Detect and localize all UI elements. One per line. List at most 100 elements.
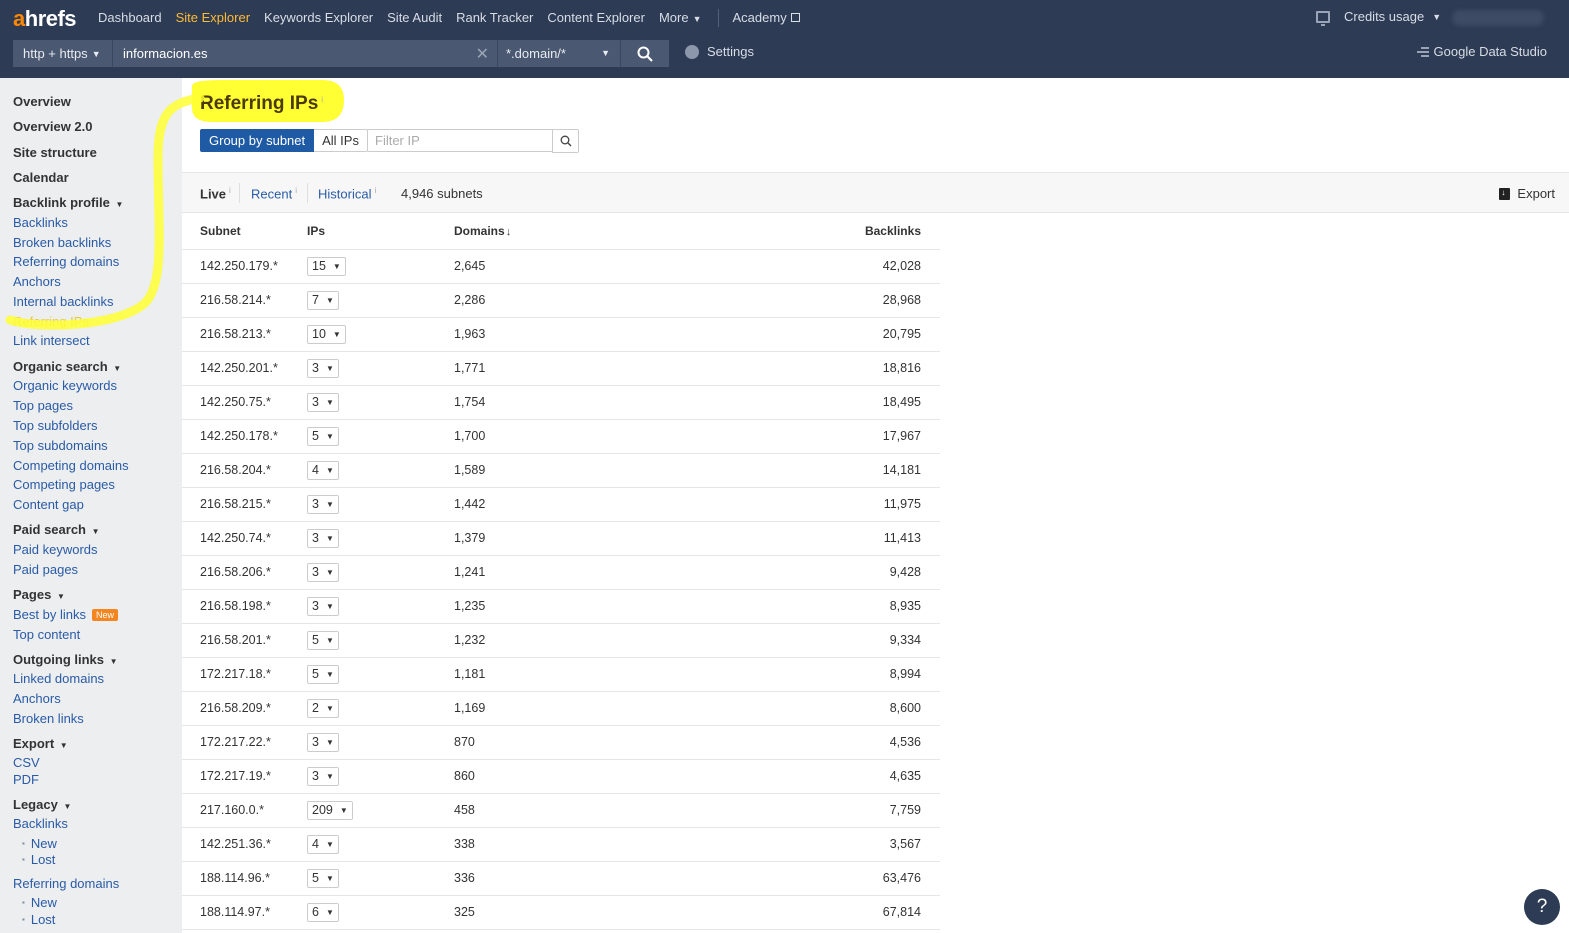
nav-dashboard[interactable]: Dashboard: [98, 10, 162, 25]
nav-more[interactable]: More ▼: [659, 10, 702, 25]
info-icon[interactable]: i: [321, 95, 323, 104]
subnet-cell: 172.217.18.*: [182, 657, 307, 692]
sidebar-item-overview-2[interactable]: Overview 2.0: [13, 119, 93, 134]
sidebar-item-content-gap[interactable]: Content gap: [13, 497, 84, 512]
sidebar-item-linked-domains[interactable]: Linked domains: [13, 671, 104, 686]
ips-dropdown[interactable]: 3 ▼: [307, 494, 339, 514]
sidebar-item-referring-domains[interactable]: Referring domains: [13, 254, 119, 269]
sidebar-item-broken-links[interactable]: Broken links: [13, 711, 84, 726]
sidebar-section-legacy[interactable]: Legacy ▼: [13, 797, 71, 812]
nav-content-explorer[interactable]: Content Explorer: [547, 10, 645, 25]
sidebar-item-organic-keywords[interactable]: Organic keywords: [13, 378, 117, 393]
sidebar-section-paid-search[interactable]: Paid search ▼: [13, 522, 100, 537]
ahrefs-logo[interactable]: ahrefs: [13, 6, 77, 32]
help-button[interactable]: ?: [1524, 889, 1560, 925]
ips-cell: 3 ▼: [307, 487, 454, 522]
credits-usage-menu[interactable]: Credits usage ▼: [1316, 9, 1441, 26]
ips-dropdown[interactable]: 5 ▼: [307, 664, 339, 684]
sidebar-item-competing-pages[interactable]: Competing pages: [13, 477, 115, 492]
sidebar-item-legacy-backlinks[interactable]: Backlinks: [13, 816, 68, 831]
tab-historical[interactable]: Historical i: [318, 186, 376, 201]
nav-academy[interactable]: Academy: [733, 10, 800, 25]
ips-dropdown[interactable]: 5 ▼: [307, 630, 339, 650]
ips-dropdown[interactable]: 10 ▼: [307, 324, 346, 344]
sidebar-item-competing-domains[interactable]: Competing domains: [13, 458, 129, 473]
ips-dropdown[interactable]: 4 ▼: [307, 460, 339, 480]
column-subnet[interactable]: Subnet: [182, 214, 307, 250]
sidebar-item-legacy-backlinks-new[interactable]: New: [22, 836, 57, 851]
ips-dropdown[interactable]: 3 ▼: [307, 392, 339, 412]
sidebar-item-internal-backlinks[interactable]: Internal backlinks: [13, 294, 113, 309]
gear-icon: [685, 44, 699, 59]
ips-dropdown[interactable]: 3 ▼: [307, 358, 339, 378]
sidebar-section-outgoing-links[interactable]: Outgoing links ▼: [13, 652, 118, 667]
tab-live[interactable]: Live i: [200, 186, 231, 201]
ips-dropdown[interactable]: 5 ▼: [307, 868, 339, 888]
caret-down-icon: ▼: [63, 802, 72, 811]
sidebar-item-site-structure[interactable]: Site structure: [13, 145, 97, 160]
export-button[interactable]: Export: [1499, 186, 1555, 201]
nav-site-audit[interactable]: Site Audit: [387, 10, 442, 25]
search-button[interactable]: [621, 40, 669, 67]
sidebar-section-export[interactable]: Export ▼: [13, 736, 68, 751]
ips-dropdown[interactable]: 7 ▼: [307, 290, 339, 310]
sidebar-item-csv[interactable]: CSV: [13, 755, 40, 770]
sidebar-item-legacy-backlinks-lost[interactable]: Lost: [22, 852, 56, 867]
subnet-cell: 142.250.178.*: [182, 419, 307, 454]
sidebar-section-backlink-profile[interactable]: Backlink profile ▼: [13, 195, 123, 210]
sidebar-item-top-subdomains[interactable]: Top subdomains: [13, 438, 108, 453]
column-domains[interactable]: Domains↓: [454, 214, 754, 250]
column-ips[interactable]: IPs: [307, 214, 454, 250]
sidebar-section-organic-search[interactable]: Organic search ▼: [13, 359, 121, 374]
ips-dropdown[interactable]: 5 ▼: [307, 426, 339, 446]
domains-cell: 1,241: [454, 555, 754, 590]
user-account-blurred[interactable]: [1452, 10, 1544, 26]
grouping-toggle: Group by subnet All IPs: [200, 129, 368, 152]
mode-select[interactable]: *.domain/* ▼: [498, 40, 621, 67]
clear-icon[interactable]: ✕: [476, 44, 489, 64]
ips-dropdown[interactable]: 6 ▼: [307, 902, 339, 922]
nav-rank-tracker[interactable]: Rank Tracker: [456, 10, 533, 25]
tab-recent[interactable]: Recent i: [251, 186, 297, 201]
sidebar-item-referring-ips[interactable]: Referring IPs: [13, 314, 89, 329]
nav-site-explorer[interactable]: Site Explorer: [176, 0, 250, 54]
sidebar-section-pages[interactable]: Pages ▼: [13, 587, 65, 602]
ips-dropdown[interactable]: 15 ▼: [307, 256, 346, 276]
sidebar-item-top-subfolders[interactable]: Top subfolders: [13, 418, 98, 433]
settings-button[interactable]: Settings: [685, 44, 754, 59]
sidebar-item-legacy-rd-lost[interactable]: Lost: [22, 912, 56, 927]
ips-cell: 3 ▼: [307, 385, 454, 420]
sidebar-item-legacy-referring-domains[interactable]: Referring domains: [13, 876, 119, 891]
ips-dropdown[interactable]: 209 ▼: [307, 800, 353, 820]
sidebar-item-backlinks[interactable]: Backlinks: [13, 215, 68, 230]
ips-dropdown[interactable]: 3 ▼: [307, 596, 339, 616]
group-by-subnet-button[interactable]: Group by subnet: [200, 129, 315, 152]
sidebar-item-broken-backlinks[interactable]: Broken backlinks: [13, 235, 111, 250]
sidebar-item-outgoing-anchors[interactable]: Anchors: [13, 691, 61, 706]
sidebar-item-legacy-rd-new[interactable]: New: [22, 895, 57, 910]
sidebar-item-paid-pages[interactable]: Paid pages: [13, 562, 78, 577]
sidebar-item-top-pages[interactable]: Top pages: [13, 398, 73, 413]
ips-dropdown[interactable]: 3 ▼: [307, 766, 339, 786]
sidebar-item-calendar[interactable]: Calendar: [13, 170, 69, 185]
sidebar-item-pdf[interactable]: PDF: [13, 772, 39, 787]
ips-dropdown[interactable]: 3 ▼: [307, 732, 339, 752]
protocol-select[interactable]: http + https ▼: [13, 40, 113, 67]
url-input[interactable]: informacion.es ✕: [113, 40, 498, 67]
ips-dropdown[interactable]: 3 ▼: [307, 528, 339, 548]
ips-dropdown[interactable]: 3 ▼: [307, 562, 339, 582]
all-ips-button[interactable]: All IPs: [314, 129, 368, 152]
sidebar-item-best-by-links[interactable]: Best by links New: [13, 607, 118, 622]
sidebar-item-overview[interactable]: Overview: [13, 94, 71, 109]
ips-dropdown[interactable]: 2 ▼: [307, 698, 339, 718]
sidebar-item-top-content[interactable]: Top content: [13, 627, 80, 642]
ips-dropdown[interactable]: 4 ▼: [307, 834, 339, 854]
google-data-studio-button[interactable]: Google Data Studio: [1416, 44, 1547, 59]
sidebar-item-paid-keywords[interactable]: Paid keywords: [13, 542, 98, 557]
sidebar-item-link-intersect[interactable]: Link intersect: [13, 333, 90, 348]
filter-ip-input[interactable]: [367, 129, 553, 152]
filter-search-button[interactable]: [552, 129, 579, 153]
nav-keywords-explorer[interactable]: Keywords Explorer: [264, 10, 373, 25]
sidebar-item-anchors[interactable]: Anchors: [13, 274, 61, 289]
column-backlinks[interactable]: Backlinks: [754, 214, 940, 250]
